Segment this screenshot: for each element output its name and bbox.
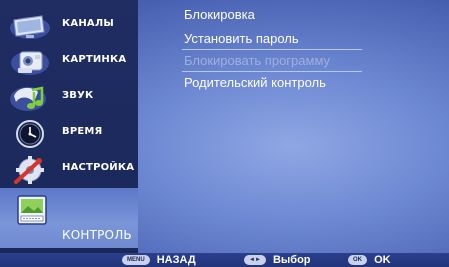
menu-item-label: Блокировка (184, 7, 255, 22)
music-note-icon (8, 84, 52, 112)
menu-item-label: Блокировать программу (184, 53, 331, 68)
select-label: Выбор (272, 254, 311, 266)
sidebar: КАНАЛЫ КАРТИНКА ЗВУК ВРЕМЯ НАСТРОЙКА КОН… (0, 0, 138, 267)
menu-item-set-password[interactable]: Установить пароль (182, 30, 362, 50)
sidebar-item-channels[interactable]: КАНАЛЫ (0, 8, 138, 44)
clock-icon (8, 120, 52, 148)
menu-item-lock[interactable]: Блокировка (182, 6, 362, 26)
ok-key-icon: OK (348, 255, 367, 265)
arrows-key-icon: ◄► (244, 255, 266, 265)
parental-control-icon (16, 194, 48, 226)
menu-item-parental-control[interactable]: Родительский контроль (182, 74, 362, 94)
sidebar-item-control[interactable]: КОНТРОЛЬ (0, 188, 138, 248)
sidebar-item-sound[interactable]: ЗВУК (0, 80, 138, 116)
footer-hint-bar: MENU НАЗАД ◄► Выбор OK OK (0, 253, 449, 267)
ok-label: OK (374, 254, 391, 266)
sidebar-item-time[interactable]: ВРЕМЯ (0, 116, 138, 152)
sidebar-item-label: КОНТРОЛЬ (62, 228, 132, 242)
sidebar-item-label: КАНАЛЫ (62, 18, 114, 29)
back-hint[interactable]: MENU НАЗАД (122, 253, 196, 267)
sidebar-item-label: ВРЕМЯ (62, 126, 103, 137)
tv-icon (8, 12, 52, 40)
camera-icon (8, 48, 52, 76)
sidebar-item-picture[interactable]: КАРТИНКА (0, 44, 138, 80)
sidebar-item-label: КАРТИНКА (62, 54, 127, 65)
wrench-gear-icon (8, 156, 52, 184)
menu-key-icon: MENU (122, 255, 150, 265)
ok-hint[interactable]: OK OK (348, 253, 391, 267)
back-label: НАЗАД (156, 254, 196, 266)
sidebar-item-label: ЗВУК (62, 90, 94, 101)
select-hint[interactable]: ◄► Выбор (244, 253, 311, 267)
sidebar-item-label: НАСТРОЙКА (62, 162, 135, 173)
tv-menu-screen: КАНАЛЫ КАРТИНКА ЗВУК ВРЕМЯ НАСТРОЙКА КОН… (0, 0, 449, 267)
menu-item-label: Установить пароль (184, 31, 299, 46)
sidebar-item-setup[interactable]: НАСТРОЙКА (0, 152, 138, 188)
menu-item-block-program: Блокировать программу (182, 52, 362, 72)
menu-item-label: Родительский контроль (184, 75, 326, 90)
